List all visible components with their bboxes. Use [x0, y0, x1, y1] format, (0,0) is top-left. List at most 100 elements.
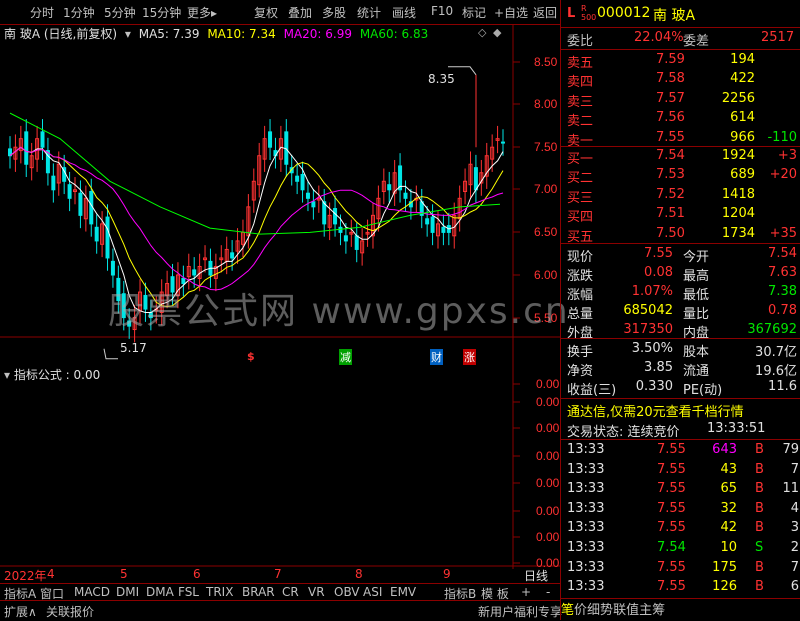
stat-label: 现价 — [567, 250, 594, 265]
stats-button[interactable]: 统计 — [357, 4, 381, 21]
order-price: 7.56 — [656, 110, 685, 126]
tab-1min[interactable]: 1分钟 — [63, 4, 95, 21]
overlay-button[interactable]: 叠加 — [288, 4, 312, 21]
ad-row[interactable]: 通达信,仅需20元查看千档行情 — [561, 401, 800, 420]
mark-button[interactable]: 标记 — [462, 4, 486, 21]
period-label[interactable]: 日线 — [524, 567, 548, 584]
candle-body — [387, 184, 392, 191]
weicha-label: 委差 — [683, 34, 710, 49]
related-quote-button[interactable]: 关联报价 — [46, 603, 94, 620]
tick-volume: 32 — [720, 500, 737, 516]
quote-tab[interactable]: 细 — [587, 603, 600, 618]
quote-tab[interactable]: 笔 — [561, 603, 574, 618]
upgrade-ad-link[interactable]: 通达信,仅需20元查看千档行情 — [567, 401, 744, 420]
indicator-axis-label: 0.00 — [536, 377, 560, 391]
candle-body — [89, 191, 94, 225]
order-row[interactable]: 卖三 7.57 2256 — [561, 91, 800, 110]
quote-tab[interactable]: 筹 — [652, 603, 665, 618]
tick-volume: 43 — [720, 461, 737, 477]
order-row[interactable]: 卖五 7.59 194 — [561, 52, 800, 71]
candle-body — [192, 269, 197, 276]
candle-body — [311, 201, 316, 208]
chevron-down-icon[interactable]: ▾ — [4, 368, 10, 382]
reduce-marker[interactable]: 减 — [339, 349, 352, 365]
tab-more[interactable]: 更多▸ — [187, 4, 217, 21]
dividend-marker[interactable]: $ — [247, 350, 255, 363]
indicator-tab[interactable]: FSL — [178, 585, 199, 599]
order-row[interactable]: 买五 7.50 1734 +35 — [561, 226, 800, 245]
ma5-value: MA5: 7.39 — [138, 27, 200, 41]
expand-button[interactable]: 扩展∧ — [4, 603, 37, 620]
month-label: 8 — [355, 567, 363, 581]
tick-price: 7.55 — [657, 481, 686, 497]
order-row[interactable]: 卖四 7.58 422 — [561, 71, 800, 90]
limit-up-marker[interactable]: 涨 — [463, 349, 476, 365]
restore-rights-button[interactable]: 复权 — [254, 4, 278, 21]
stat-value: 7.38 — [768, 284, 797, 299]
quote-tab[interactable]: 主 — [639, 603, 652, 618]
flag-sub: R 500 — [581, 4, 597, 22]
order-row[interactable]: 买四 7.51 1204 — [561, 206, 800, 225]
indicator-tab[interactable]: EMV — [390, 585, 416, 599]
back-button[interactable]: 返回 — [533, 4, 557, 21]
indicator-tab[interactable]: - — [546, 585, 550, 599]
tick-price: 7.55 — [657, 500, 686, 516]
order-label: 买二 — [567, 171, 594, 187]
indicator-tab[interactable]: + — [521, 585, 531, 599]
order-row[interactable]: 卖二 7.56 614 — [561, 110, 800, 129]
tab-5min[interactable]: 5分钟 — [104, 4, 136, 21]
indicator-tab[interactable]: ASI — [363, 585, 382, 599]
indicator-tab[interactable]: MACD — [74, 585, 110, 599]
stat-value: 685042 — [623, 303, 673, 318]
order-row[interactable]: 买二 7.53 689 +20 — [561, 167, 800, 186]
stat-value: 11.6 — [768, 379, 797, 394]
indicator-tab[interactable]: CR — [282, 585, 299, 599]
indicator-tab[interactable]: TRIX — [206, 585, 233, 599]
order-label: 买五 — [567, 229, 594, 245]
tab-15min[interactable]: 15分钟 — [142, 4, 181, 21]
stat-value: 7.55 — [644, 246, 673, 261]
quote-tab[interactable]: 价 — [574, 603, 587, 618]
tick-time: 13:33 — [567, 520, 605, 536]
finance-marker[interactable]: 财 — [430, 349, 443, 365]
draw-line-button[interactable]: 画线 — [392, 4, 416, 21]
tab-fenshi[interactable]: 分时 — [30, 4, 54, 21]
tick-row: 13:33 7.55 43 B 7 — [561, 462, 800, 481]
quote-header: L R 500 000012 南 玻A — [561, 4, 800, 26]
indicator-tab[interactable]: DMI — [116, 585, 139, 599]
tick-price: 7.55 — [657, 579, 686, 595]
order-volume: 614 — [730, 110, 755, 126]
candle-body — [473, 167, 478, 191]
diamond-filled-icon[interactable]: ◆ — [493, 26, 501, 39]
indicator-tab[interactable]: VR — [308, 585, 325, 599]
webi-value: 22.04% — [634, 30, 684, 45]
ma20-value: MA20: 6.99 — [283, 27, 352, 41]
month-label: 7 — [274, 567, 282, 581]
flag-label: L — [567, 6, 576, 21]
diamond-icon[interactable]: ◇ — [478, 26, 486, 39]
stat-label: 今开 — [683, 250, 710, 265]
tick-count: 6 — [790, 579, 799, 595]
new-user-promo[interactable]: 新用户福利专享 — [478, 603, 562, 620]
price-axis-label: 6.00 — [534, 268, 558, 282]
candle-body — [67, 184, 72, 199]
tick-direction: B — [755, 481, 764, 497]
order-price: 7.52 — [656, 186, 685, 202]
order-row[interactable]: 买三 7.52 1418 — [561, 187, 800, 206]
indicator-tab[interactable]: DMA — [146, 585, 174, 599]
order-volume: 194 — [730, 52, 755, 67]
chevron-down-icon[interactable]: ▾ — [125, 27, 131, 41]
indicator-tab[interactable]: OBV — [334, 585, 360, 599]
quote-tab[interactable]: 势 — [600, 603, 613, 618]
indicator-tab[interactable]: BRAR — [242, 585, 275, 599]
quote-tab[interactable]: 联 — [613, 603, 626, 618]
f10-button[interactable]: F10 — [431, 4, 453, 18]
order-price: 7.55 — [656, 129, 685, 145]
candle-body — [94, 226, 99, 242]
add-watchlist-button[interactable]: +自选 — [494, 4, 528, 21]
order-row[interactable]: 买一 7.54 1924 +3 — [561, 148, 800, 167]
quote-tab[interactable]: 值 — [626, 603, 639, 618]
tick-row: 13:33 7.55 42 B 3 — [561, 520, 800, 539]
candle-body — [230, 252, 235, 259]
multi-stock-button[interactable]: 多股 — [322, 4, 346, 21]
